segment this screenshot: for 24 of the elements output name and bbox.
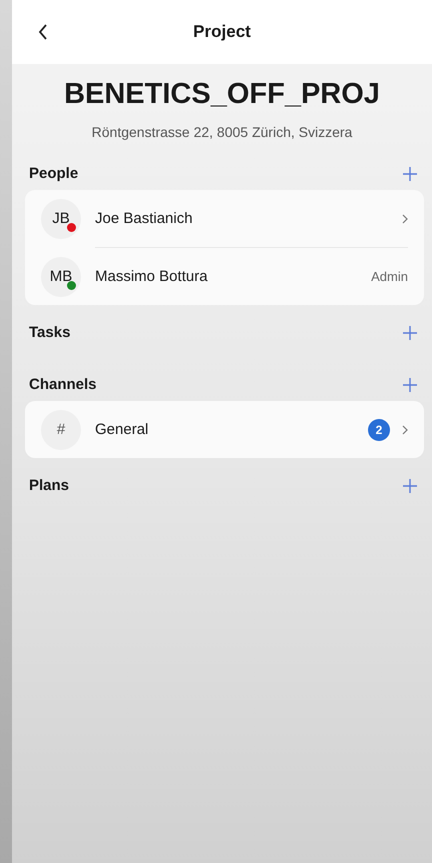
section-title: Tasks [29, 324, 70, 341]
role-label: Admin [371, 269, 408, 284]
section-title: Plans [29, 477, 70, 494]
initials: JB [52, 210, 70, 227]
chevron-icon [402, 424, 408, 434]
row-name: General [95, 421, 150, 438]
add-icon[interactable] [403, 378, 417, 392]
list-row[interactable]: JB Joe Bastianich [41, 190, 408, 247]
row-name: Massimo Bottura [95, 268, 209, 285]
screen-title: Project [193, 22, 251, 42]
row-name: Joe Bastianich [95, 210, 194, 227]
add-icon[interactable] [403, 326, 417, 340]
project-name: BENETICS_OFF_PROJ [63, 78, 381, 111]
unread-count: 2 [368, 418, 390, 440]
chevron-icon [402, 214, 408, 224]
back-icon[interactable] [38, 24, 48, 40]
add-icon[interactable] [403, 166, 417, 180]
project-address: Röntgenstrasse 22, 8005 Zürich, Svizzera [90, 124, 354, 140]
initials: MB [50, 268, 72, 285]
list-row[interactable]: # General 2 [41, 401, 408, 458]
add-icon[interactable] [403, 478, 417, 492]
channel-symbol: # [56, 421, 66, 438]
section-title: Channels [29, 376, 97, 393]
section-title: People [29, 165, 78, 182]
